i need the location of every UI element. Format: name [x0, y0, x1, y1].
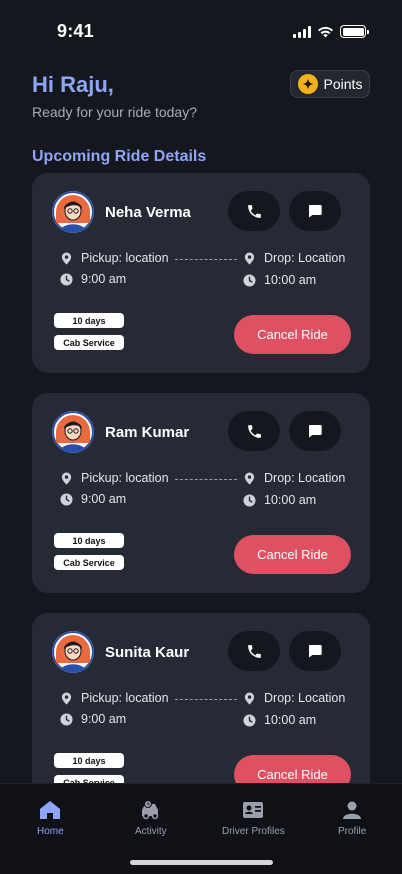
location-pin-icon: [244, 251, 255, 265]
activity-icon: [141, 800, 159, 820]
nav-activity-label: Activity: [135, 826, 167, 837]
nav-home-label: Home: [37, 826, 64, 837]
message-icon: [308, 425, 322, 438]
rider-avatar: [52, 191, 94, 233]
rider-avatar: [52, 411, 94, 453]
route-divider: [175, 479, 237, 480]
home-indicator: [130, 860, 273, 865]
location-pin-icon: [244, 691, 255, 705]
nav-home[interactable]: Home: [37, 800, 64, 837]
drop-location: Drop: Location: [243, 471, 345, 485]
clock-icon: [243, 493, 256, 507]
call-button[interactable]: [228, 191, 280, 231]
pickup-time: 9:00 am: [60, 712, 126, 726]
drop-time-label: 10:00 am: [264, 273, 317, 287]
drop-location: Drop: Location: [243, 251, 345, 265]
status-icons: [293, 25, 369, 38]
points-label: Points: [323, 76, 363, 92]
location-pin-icon: [61, 471, 72, 485]
drop-label: Drop: Location: [264, 471, 346, 485]
clock-icon: [243, 713, 256, 727]
drop-time-label: 10:00 am: [264, 493, 317, 507]
cancel-ride-button[interactable]: Cancel Ride: [234, 535, 351, 574]
location-pin-icon: [61, 251, 72, 265]
wifi-icon: [318, 26, 333, 37]
message-button[interactable]: [289, 191, 341, 231]
pickup-time-label: 9:00 am: [81, 712, 127, 726]
cancel-ride-button[interactable]: Cancel Ride: [234, 315, 351, 354]
section-title: Upcoming Ride Details: [32, 148, 207, 165]
message-icon: [308, 645, 322, 658]
pickup-location: Pickup: location: [60, 471, 169, 485]
pickup-label: Pickup: location: [81, 691, 169, 705]
nav-driver-profiles-label: Driver Profiles: [222, 826, 285, 837]
ride-card: Neha Verma Pickup: location Drop: Locati…: [32, 173, 370, 373]
pickup-time: 9:00 am: [60, 272, 126, 286]
drop-label: Drop: Location: [264, 251, 346, 265]
clock-icon: [60, 712, 73, 726]
rider-avatar: [52, 631, 94, 673]
drop-time: 10:00 am: [243, 493, 316, 507]
call-button[interactable]: [228, 411, 280, 451]
pickup-label: Pickup: location: [81, 471, 169, 485]
points-button[interactable]: Points: [290, 70, 370, 98]
drop-label: Drop: Location: [264, 691, 346, 705]
rider-name: Sunita Kaur: [105, 644, 190, 661]
pickup-time: 9:00 am: [60, 492, 126, 506]
drop-time: 10:00 am: [243, 273, 316, 287]
signal-icon: [293, 25, 311, 38]
clock-icon: [243, 273, 256, 287]
sparkle-icon: [297, 74, 318, 94]
driver-profiles-icon: [243, 802, 264, 818]
service-badge: Cab Service: [54, 555, 124, 570]
location-pin-icon: [61, 691, 72, 705]
profile-icon: [343, 801, 362, 819]
status-bar: 9:41: [0, 0, 402, 60]
pickup-time-label: 9:00 am: [81, 492, 127, 506]
nav-activity[interactable]: Activity: [135, 800, 167, 837]
route-divider: [175, 699, 237, 700]
clock-icon: [60, 492, 73, 506]
duration-badge: 10 days: [54, 533, 124, 548]
greeting: Hi Raju,: [32, 72, 114, 97]
greeting-subtitle: Ready for your ride today?: [32, 104, 197, 120]
pickup-time-label: 9:00 am: [81, 272, 127, 286]
call-button[interactable]: [228, 631, 280, 671]
home-icon: [40, 801, 61, 819]
ride-card: Ram Kumar Pickup: location Drop: Locatio…: [32, 393, 370, 593]
phone-icon: [247, 644, 261, 658]
service-badge: Cab Service: [54, 335, 124, 350]
pickup-label: Pickup: location: [81, 251, 169, 265]
drop-location: Drop: Location: [243, 691, 345, 705]
nav-profile-label: Profile: [338, 826, 367, 837]
drop-time-label: 10:00 am: [264, 713, 317, 727]
clock-icon: [60, 272, 73, 286]
pickup-location: Pickup: location: [60, 691, 169, 705]
message-button[interactable]: [289, 411, 341, 451]
rider-name: Ram Kumar: [105, 424, 190, 441]
nav-driver-profiles[interactable]: Driver Profiles: [222, 800, 285, 837]
phone-icon: [247, 204, 261, 218]
duration-badge: 10 days: [54, 313, 124, 328]
message-icon: [308, 205, 322, 218]
phone-icon: [247, 424, 261, 438]
message-button[interactable]: [289, 631, 341, 671]
route-divider: [175, 259, 237, 260]
rider-name: Neha Verma: [105, 204, 191, 221]
drop-time: 10:00 am: [243, 713, 316, 727]
duration-badge: 10 days: [54, 753, 124, 768]
pickup-location: Pickup: location: [60, 251, 169, 265]
nav-profile[interactable]: Profile: [338, 800, 366, 837]
location-pin-icon: [244, 471, 255, 485]
status-time: 9:41: [57, 21, 94, 41]
battery-icon: [340, 25, 369, 38]
